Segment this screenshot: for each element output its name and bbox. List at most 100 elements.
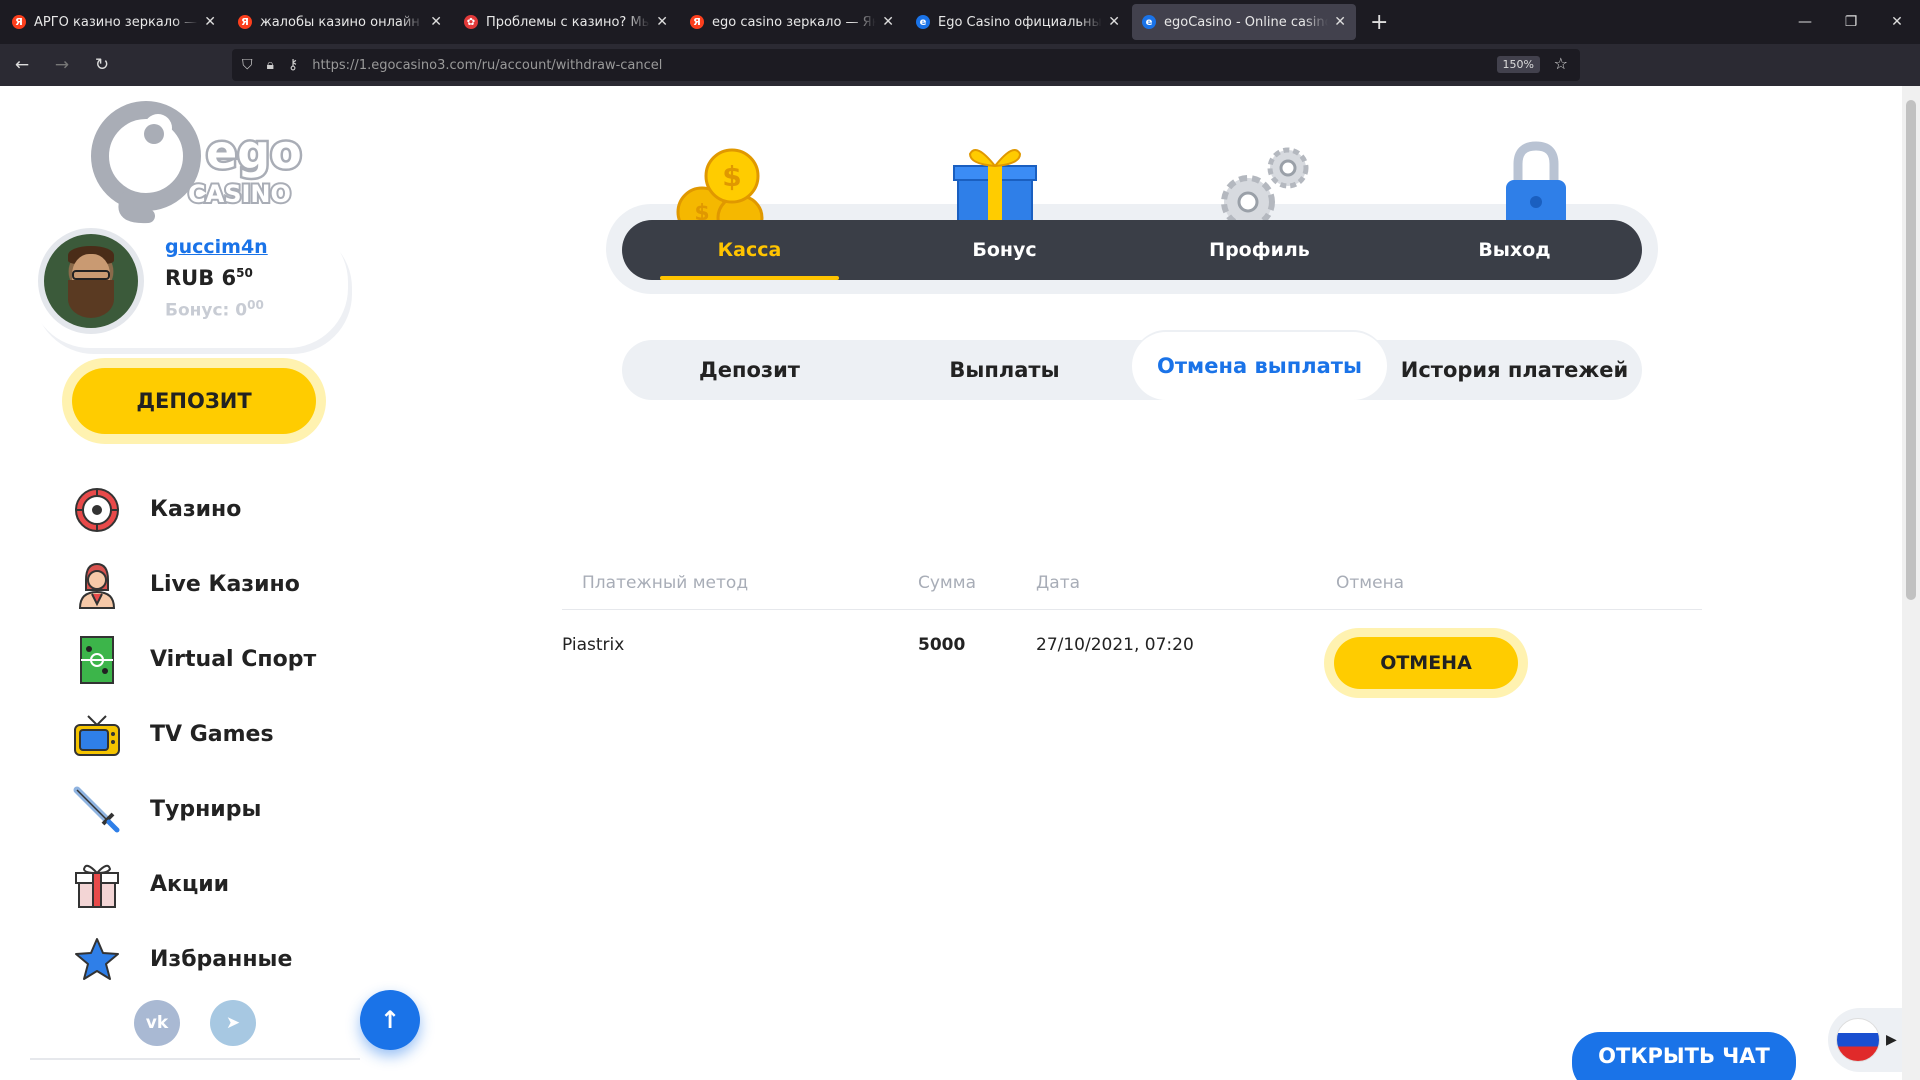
forward-icon[interactable]: → xyxy=(44,49,80,81)
close-tab-icon[interactable]: ✕ xyxy=(1108,14,1120,30)
divider xyxy=(30,1058,360,1060)
address-bar[interactable]: ⛉ 🔒︎ ⚷ https://1.egocasino3.com/ru/accou… xyxy=(232,49,1580,81)
reload-icon[interactable]: ↻ xyxy=(84,49,120,81)
scrollbar-thumb[interactable] xyxy=(1906,100,1916,600)
withdrawals-table: Платежный метод Сумма Дата Отмена Piastr… xyxy=(562,556,1702,698)
browser-tab[interactable]: Я жалобы казино онлайн — Яндекс ✕ xyxy=(228,4,452,40)
lock-icon[interactable]: 🔒︎ xyxy=(267,57,274,73)
tab-title: АРГО казино зеркало — Яндекс xyxy=(34,14,198,30)
balance-display: RUB 650 xyxy=(165,266,253,290)
bonus-main: Бонус: 0 xyxy=(165,300,248,321)
tab-bonus[interactable]: Бонус xyxy=(877,220,1132,280)
sidebar-item-casino[interactable]: Казино xyxy=(70,472,316,547)
yandex-icon: Я xyxy=(690,15,704,29)
bookmark-star-icon[interactable]: ☆ xyxy=(1554,54,1568,73)
subtab-withdrawals[interactable]: Выплаты xyxy=(877,340,1132,400)
avatar[interactable] xyxy=(38,228,144,334)
bonus-cents: 00 xyxy=(247,298,264,312)
swords-icon xyxy=(70,783,124,837)
padlock-icon xyxy=(1506,141,1566,230)
category-nav: Касса Бонус Профиль Выход xyxy=(622,220,1642,280)
arrow-up-icon: ↑ xyxy=(379,1006,401,1034)
username-link[interactable]: guccim4n xyxy=(165,236,268,258)
open-chat-button[interactable]: ОТКРЫТЬ ЧАТ xyxy=(1572,1032,1796,1080)
cashier-subtabs: Депозит Выплаты Отмена выплаты История п… xyxy=(622,332,1642,400)
cancel-withdrawal-button[interactable]: ОТМЕНА xyxy=(1324,628,1528,698)
table-header: Платежный метод Сумма Дата Отмена xyxy=(562,556,1702,610)
avatar-beard xyxy=(68,280,114,318)
column-header-date: Дата xyxy=(1036,572,1081,593)
vk-icon[interactable]: vk xyxy=(134,1000,180,1046)
deposit-button-label[interactable]: ДЕПОЗИТ xyxy=(72,368,316,434)
ego-icon: e xyxy=(916,15,930,29)
language-selector[interactable]: ▶ xyxy=(1828,1008,1902,1072)
close-tab-icon[interactable]: ✕ xyxy=(430,14,442,30)
deposit-button[interactable]: ДЕПОЗИТ xyxy=(62,358,326,444)
restore-icon[interactable]: ❐ xyxy=(1828,0,1874,44)
column-header-cancel: Отмена xyxy=(1336,572,1405,593)
browser-tab[interactable]: e Ego Casino официальный сайт ✕ xyxy=(906,4,1130,40)
bonus-display: Бонус: 000 xyxy=(165,298,264,321)
close-tab-icon[interactable]: ✕ xyxy=(1334,14,1346,30)
close-tab-icon[interactable]: ✕ xyxy=(204,14,216,30)
field-icon xyxy=(70,633,124,687)
column-header-method: Платежный метод xyxy=(582,572,749,593)
page-content: ego CASINO guccim4n RUB 650 Бонус: 000 Д… xyxy=(0,86,1902,1080)
cell-date: 27/10/2021, 07:20 xyxy=(1036,635,1194,655)
sidebar-item-promotions[interactable]: Акции xyxy=(70,847,316,922)
sidebar-item-tournaments[interactable]: Турниры xyxy=(70,772,316,847)
close-tab-icon[interactable]: ✕ xyxy=(656,14,668,30)
browser-tab[interactable]: Я АРГО казино зеркало — Яндекс ✕ xyxy=(2,4,226,40)
tab-title: Проблемы с казино? Мы здесь xyxy=(486,14,651,30)
close-tab-icon[interactable]: ✕ xyxy=(882,14,894,30)
table-row: Piastrix 5000 27/10/2021, 07:20 ОТМЕНА xyxy=(562,610,1702,698)
chip-icon: ✿ xyxy=(464,15,478,29)
sidebar-item-favorites[interactable]: Избранные xyxy=(70,922,316,997)
avatar-glasses xyxy=(72,270,110,280)
tab-title: Ego Casino официальный сайт xyxy=(938,14,1103,30)
new-tab-icon[interactable]: + xyxy=(1370,10,1388,35)
star-icon xyxy=(70,933,124,987)
page-scrollbar[interactable] xyxy=(1902,86,1920,1080)
social-links: vk ➤ xyxy=(134,1000,286,1046)
tab-cashier[interactable]: Касса xyxy=(622,220,877,280)
balance-main: RUB 6 xyxy=(165,266,237,290)
logo-text-ego: ego xyxy=(206,125,302,179)
minimize-icon[interactable]: — xyxy=(1782,0,1828,44)
gears-icon xyxy=(1221,147,1309,229)
logo-text-casino: CASINO xyxy=(188,180,291,208)
yandex-icon: Я xyxy=(238,15,252,29)
sidebar-item-live-casino[interactable]: Live Казино xyxy=(70,547,316,622)
ego-casino-logo[interactable]: ego CASINO xyxy=(88,98,304,226)
subtab-cancel-withdrawal[interactable]: Отмена выплаты xyxy=(1132,332,1387,400)
sidebar-item-label: Live Казино xyxy=(150,572,300,597)
coins-icon: $ $ xyxy=(676,148,764,230)
zoom-badge[interactable]: 150% xyxy=(1496,56,1540,73)
key-icon[interactable]: ⚷ xyxy=(288,57,298,73)
russia-flag-icon xyxy=(1836,1018,1880,1062)
subtab-deposit[interactable]: Депозит xyxy=(622,340,877,400)
close-window-icon[interactable]: ✕ xyxy=(1874,0,1920,44)
gift-icon xyxy=(70,858,124,912)
subtab-payment-history[interactable]: История платежей xyxy=(1387,340,1642,400)
tab-profile[interactable]: Профиль xyxy=(1132,220,1387,280)
browser-tab-active[interactable]: e egoCasino - Online casino, slots ✕ xyxy=(1132,4,1356,40)
tab-logout[interactable]: Выход xyxy=(1387,220,1642,280)
balance-cents: 50 xyxy=(236,266,253,280)
browser-tab[interactable]: ✿ Проблемы с казино? Мы здесь ✕ xyxy=(454,4,678,40)
tab-title: жалобы казино онлайн — Яндекс xyxy=(260,14,424,30)
shield-icon[interactable]: ⛉ xyxy=(242,57,253,73)
back-icon[interactable]: ← xyxy=(4,49,40,81)
svg-text:$: $ xyxy=(722,160,741,193)
cancel-button-label[interactable]: ОТМЕНА xyxy=(1334,637,1518,689)
triangle-right-icon: ▶ xyxy=(1886,1032,1897,1048)
scroll-to-top-button[interactable]: ↑ xyxy=(360,990,420,1050)
sidebar-item-tv-games[interactable]: TV Games xyxy=(70,697,316,772)
browser-tab[interactable]: Я ego casino зеркало — Яндекс ✕ xyxy=(680,4,904,40)
sidebar-item-label: Турниры xyxy=(150,797,262,822)
browser-tab-bar: Я АРГО казино зеркало — Яндекс ✕ Я жалоб… xyxy=(0,0,1920,44)
sidebar-item-virtual-sport[interactable]: Virtual Спорт xyxy=(70,622,316,697)
sidebar-item-label: Избранные xyxy=(150,947,293,972)
url-text[interactable]: https://1.egocasino3.com/ru/account/with… xyxy=(312,58,662,73)
telegram-icon[interactable]: ➤ xyxy=(210,1000,256,1046)
